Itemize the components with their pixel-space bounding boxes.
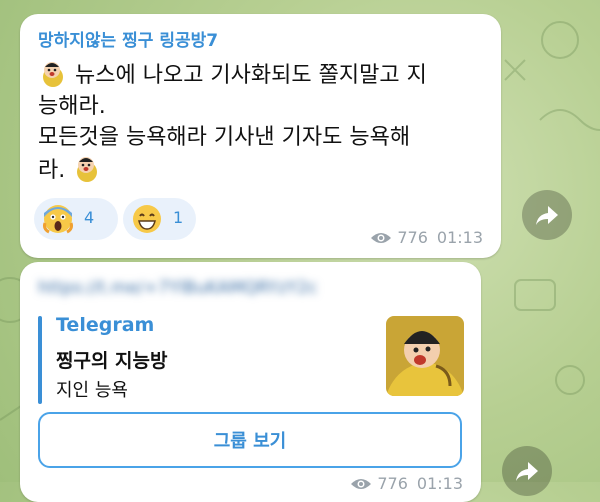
share-button[interactable] bbox=[502, 446, 552, 496]
link-url[interactable]: https://t.me/+7YlBuKAMQRYzY2c bbox=[38, 278, 458, 302]
preview-site-name: Telegram bbox=[56, 314, 155, 336]
message-text: 뉴스에 나오고 기사화되도 쫄지말고 지 능해라. 모든것을 능욕해라 기사낸 … bbox=[38, 58, 493, 186]
message-meta: 776 01:13 bbox=[350, 474, 463, 493]
eye-icon bbox=[351, 478, 372, 489]
grinning-face-icon bbox=[133, 205, 161, 233]
message-time: 01:13 bbox=[416, 474, 463, 493]
reaction-grinning[interactable]: 1 bbox=[123, 198, 196, 240]
reaction-count: 1 bbox=[173, 208, 184, 227]
sender-name[interactable]: 망하지않는 찡구 링공방7 bbox=[38, 26, 218, 51]
preview-description: 지인 능욕 bbox=[56, 380, 128, 401]
message-time: 01:13 bbox=[436, 228, 483, 247]
preview-title: 찡구의 지능방 bbox=[56, 350, 168, 372]
share-button[interactable] bbox=[522, 190, 572, 240]
screaming-face-icon bbox=[43, 205, 73, 234]
message-bubble[interactable]: https://t.me/+7YlBuKAMQRYzY2c Telegram 찡… bbox=[20, 262, 481, 502]
reaction-screaming[interactable]: 4 bbox=[34, 198, 118, 240]
share-icon bbox=[516, 462, 538, 481]
thumbnail-image bbox=[386, 316, 464, 396]
view-count: 776 bbox=[397, 228, 428, 247]
link-preview[interactable]: Telegram 찡구의 지능방 지인 능욕 bbox=[38, 314, 470, 406]
message-meta: 776 01:13 bbox=[370, 228, 483, 247]
message-bubble[interactable]: 망하지않는 찡구 링공방7 뉴스에 나오고 기사화되도 쫄지말고 지 능해라. … bbox=[20, 14, 501, 258]
reaction-count: 4 bbox=[84, 208, 95, 227]
preview-accent-bar bbox=[38, 316, 42, 404]
sticker-icon bbox=[77, 157, 98, 182]
sticker-icon bbox=[43, 62, 63, 87]
eye-icon bbox=[371, 232, 392, 243]
share-icon bbox=[536, 206, 558, 225]
view-count: 776 bbox=[377, 474, 408, 493]
view-group-button[interactable]: 그룹 보기 bbox=[38, 412, 462, 468]
